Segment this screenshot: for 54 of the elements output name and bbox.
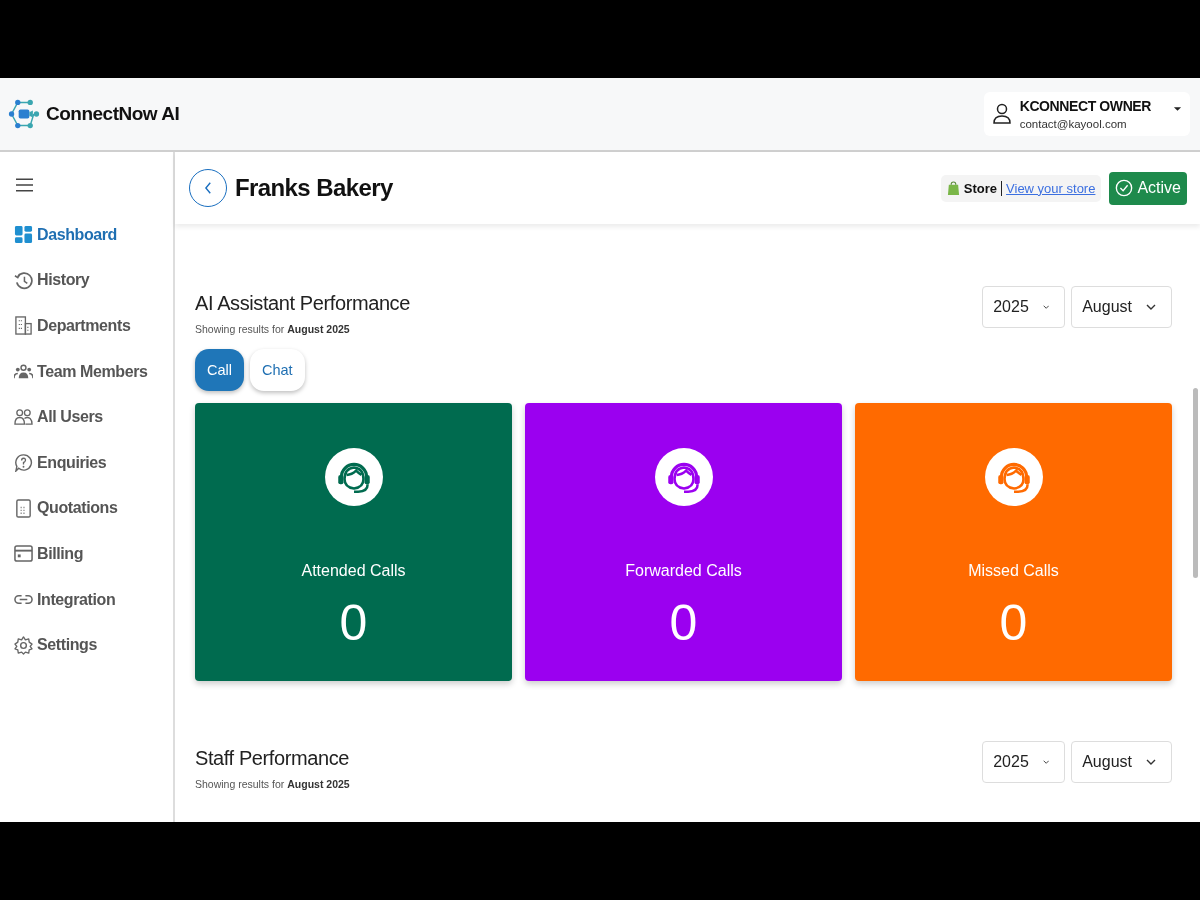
sidebar-item[interactable]: History: [14, 257, 173, 304]
card-value: 0: [999, 594, 1028, 652]
card-label: Missed Calls: [968, 562, 1059, 580]
card-value: 0: [339, 594, 368, 652]
month-select[interactable]: August: [1071, 286, 1172, 328]
chevron-down-icon: [1146, 759, 1156, 765]
sidebar-item[interactable]: Quotations: [14, 485, 173, 532]
sidebar-item[interactable]: Enquiries: [14, 439, 173, 486]
sidebar-item[interactable]: Team Members: [14, 348, 173, 395]
year-select[interactable]: 2025: [982, 286, 1066, 328]
users-icon: [14, 407, 33, 427]
section-subtitle: Showing results for August 2025: [195, 323, 351, 335]
check-circle-icon: [1115, 179, 1134, 197]
history-icon: [14, 270, 33, 290]
sidebar-item[interactable]: Billing: [14, 531, 173, 577]
building-icon: [14, 316, 33, 336]
back-button[interactable]: [189, 169, 227, 207]
scrollbar-thumb[interactable]: [1193, 388, 1198, 578]
chevron-down-icon: [1042, 304, 1050, 310]
sidebar-item[interactable]: Settings: [14, 622, 173, 668]
sidebar-item[interactable]: Dashboard: [14, 212, 173, 258]
section-title: AI Assistant Performance: [195, 292, 410, 315]
month-select[interactable]: August: [1071, 741, 1172, 783]
calculator-icon: [14, 498, 33, 518]
tab[interactable]: Chat: [250, 349, 305, 391]
caret-icon: [1173, 106, 1182, 112]
card-label: Forwarded Calls: [625, 562, 742, 580]
section-subtitle: Showing results for August 2025: [195, 778, 350, 790]
app-name: ConnectNow AI: [46, 103, 180, 125]
shopping-bag-icon: [946, 180, 960, 196]
card-label: Attended Calls: [301, 562, 406, 580]
sidebar-item[interactable]: Integration: [14, 576, 173, 623]
menu-icon[interactable]: [16, 178, 33, 192]
page-title: Franks Bakery: [235, 174, 393, 202]
store-link[interactable]: View your store: [1006, 180, 1096, 196]
store-label: Store: [963, 180, 1003, 196]
card-value: 0: [669, 594, 698, 652]
chevron-left-icon: [203, 181, 213, 195]
section-title: Staff Performance: [195, 747, 350, 770]
chevron-down-icon: [1146, 304, 1156, 310]
settings-icon: [14, 635, 33, 655]
tab[interactable]: Call: [195, 349, 244, 391]
year-select[interactable]: 2025: [982, 741, 1066, 783]
chevron-down-icon: [1042, 759, 1050, 765]
sidebar-item[interactable]: Departments: [14, 303, 173, 349]
question-icon: [14, 453, 33, 473]
status-button[interactable]: Active: [1109, 171, 1187, 205]
grid-icon: [14, 225, 33, 245]
user-name: KCONNECT OWNER: [1019, 98, 1151, 114]
card-icon: [14, 544, 33, 564]
user-menu[interactable]: KCONNECT OWNER contact@kayool.com: [983, 92, 1190, 136]
user-icon: [991, 103, 1012, 125]
user-email: contact@kayool.com: [1019, 118, 1127, 130]
sidebar-item[interactable]: All Users: [14, 394, 173, 440]
